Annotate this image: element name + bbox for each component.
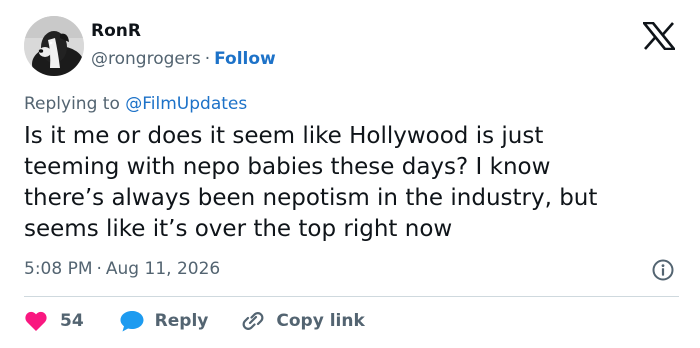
heart-icon — [25, 311, 47, 331]
tweet-line: seems like it’s over the top right now — [24, 216, 453, 242]
reply-context: Replying to @FilmUpdates — [24, 94, 247, 114]
tweet-line: there’s always been nepotism in the indu… — [24, 185, 598, 211]
link-icon — [242, 312, 264, 330]
date: Aug 11, 2026 — [105, 259, 221, 279]
copy-link-label: Copy link — [276, 311, 365, 331]
follow-button[interactable]: Follow — [214, 49, 276, 69]
author-name[interactable]: RonR — [91, 21, 141, 41]
timestamp[interactable]: 5:08 PM · Aug 11, 2026 — [24, 259, 220, 279]
separator-dot: · — [96, 259, 102, 279]
tweet-line: Is it me or does it seem like Hollywood … — [24, 123, 544, 149]
x-logo-icon[interactable] — [641, 21, 677, 51]
info-icon[interactable] — [651, 258, 675, 282]
divider — [24, 296, 679, 297]
time: 5:08 PM — [24, 259, 93, 279]
like-button[interactable]: 54 — [24, 310, 84, 332]
reply-prefix: Replying to — [24, 94, 126, 114]
avatar[interactable] — [24, 16, 84, 76]
tweet-text: Is it me or does it seem like Hollywood … — [24, 121, 684, 245]
mention-link[interactable]: @FilmUpdates — [125, 94, 247, 114]
reply-button[interactable]: Reply — [119, 309, 209, 333]
copy-link-button[interactable]: Copy link — [240, 309, 365, 333]
tweet-line: teeming with nepo babies these days? I k… — [24, 154, 551, 180]
reply-label: Reply — [154, 311, 209, 331]
like-count: 54 — [60, 311, 84, 331]
author-handle[interactable]: @rongrogers — [91, 49, 201, 69]
dog-avatar-image — [24, 16, 84, 76]
action-bar: 54 Reply Copy link — [24, 308, 365, 334]
speech-bubble-icon — [120, 311, 144, 332]
author-handle-row: @rongrogers · Follow — [91, 49, 276, 69]
separator-dot: · — [204, 49, 211, 69]
